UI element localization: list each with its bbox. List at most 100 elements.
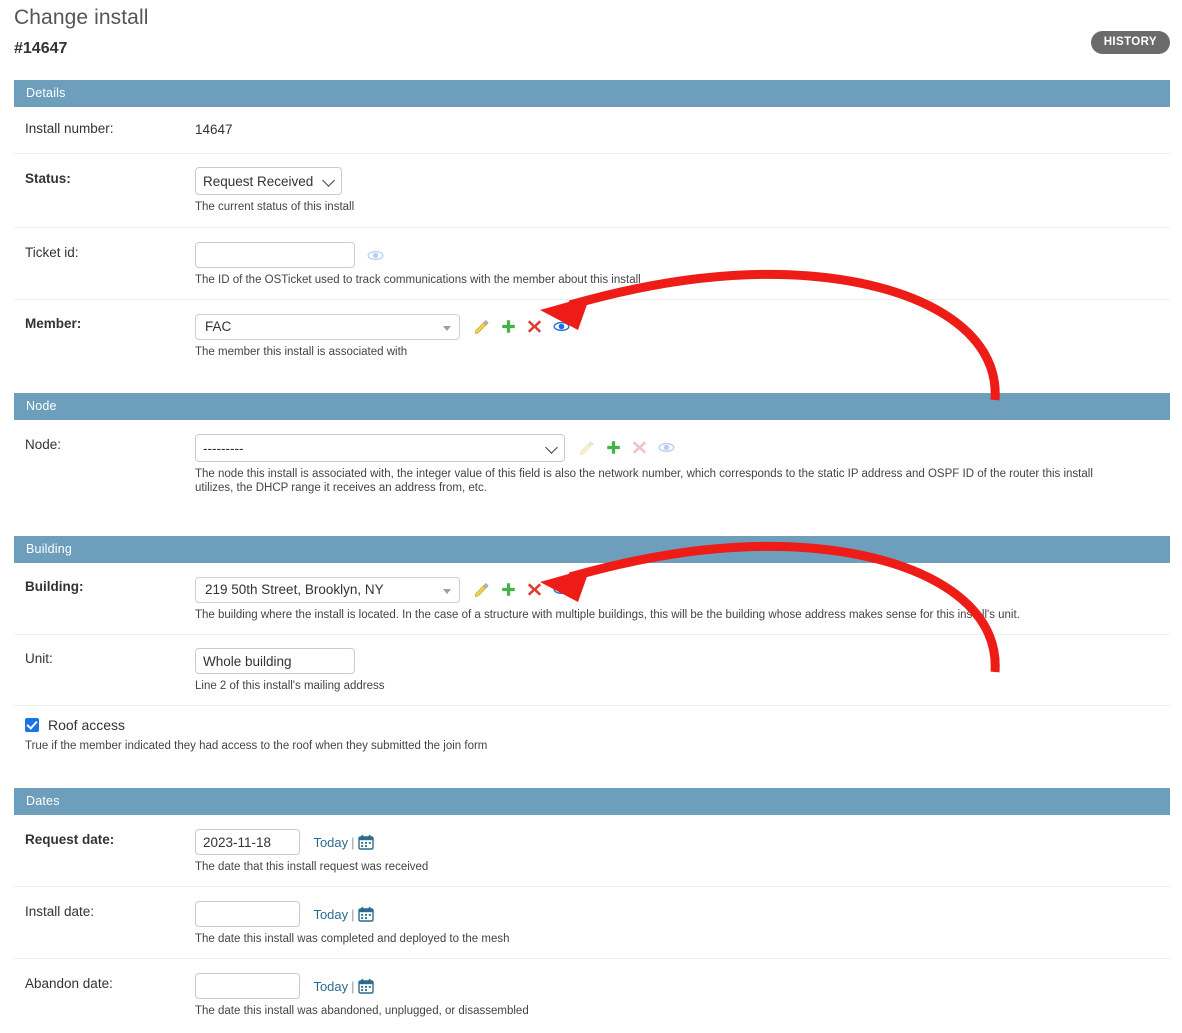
add-icon[interactable]	[500, 581, 517, 598]
fieldset-building-title: Building	[14, 536, 1170, 563]
row-unit: Unit: Line 2 of this install's mailing a…	[14, 635, 1170, 706]
field-status: Request Received The current status of t…	[195, 167, 1170, 214]
fieldset-node-title: Node	[14, 393, 1170, 420]
field-building: 219 50th Street, Brooklyn, NY The buildi…	[195, 577, 1170, 622]
install-date-shortcuts: Today |	[313, 906, 374, 923]
fieldset-details-title: Details	[14, 80, 1170, 107]
row-install-date: Install date: Today | The date this inst…	[14, 887, 1170, 959]
roof-access-label: Roof access	[48, 717, 126, 733]
chevron-down-icon	[443, 326, 451, 331]
delete-icon	[631, 439, 648, 456]
row-install-number: Install number: 14647	[14, 107, 1170, 154]
label-building: Building:	[25, 579, 84, 594]
history-button[interactable]: HISTORY	[1090, 31, 1170, 54]
field-install-number: 14647	[195, 121, 1170, 137]
help-request-date: The date that this install request was r…	[195, 861, 429, 873]
add-icon[interactable]	[605, 439, 622, 456]
change-install-page: Change install #14647 HISTORY Details In…	[0, 0, 1182, 1033]
pencil-icon	[578, 439, 595, 456]
roof-access-checkbox[interactable]	[25, 718, 39, 732]
object-id-heading: #14647	[14, 40, 68, 57]
label-ticket-id: Ticket id:	[25, 245, 79, 260]
member-related-actions	[473, 318, 574, 336]
delete-icon[interactable]	[526, 581, 543, 598]
row-ticket-id: Ticket id: The ID of the OSTicket used t…	[14, 228, 1170, 300]
node-select-wrapper: ---------	[195, 434, 565, 462]
building-selected-text: 219 50th Street, Brooklyn, NY	[205, 582, 384, 597]
abandon-date-today-link[interactable]: Today	[313, 979, 348, 994]
view-icon	[658, 439, 675, 456]
calendar-icon[interactable]	[357, 978, 374, 994]
request-date-today-link[interactable]: Today	[313, 835, 348, 850]
status-select-wrapper: Request Received	[195, 167, 342, 195]
label-status: Status:	[25, 171, 71, 186]
abandon-date-input[interactable]	[195, 973, 300, 999]
help-abandon-date: The date this install was abandoned, unp…	[195, 1005, 529, 1017]
value-install-number: 14647	[195, 122, 233, 137]
label-install-date: Install date:	[25, 904, 95, 919]
field-unit: Line 2 of this install's mailing address	[195, 648, 1170, 693]
view-icon[interactable]	[553, 318, 570, 335]
fieldset-dates: Dates Request date: Today|	[14, 788, 1170, 1030]
building-select2[interactable]: 219 50th Street, Brooklyn, NY	[195, 577, 460, 603]
shortcut-separator: |	[351, 979, 355, 995]
install-date-today-link[interactable]: Today	[313, 907, 348, 922]
row-building: Building: 219 50th Street, Brooklyn, NY	[14, 563, 1170, 635]
row-status: Status: Request Received The current sta…	[14, 154, 1170, 228]
request-date-shortcuts: Today |	[313, 834, 374, 851]
fieldset-building: Building Building: 219 50th Street, Broo…	[14, 536, 1170, 764]
pencil-icon[interactable]	[473, 318, 490, 335]
install-date-input[interactable]	[195, 901, 300, 927]
field-install-date: Today | The date this install was comple…	[195, 901, 1170, 946]
node-related-actions	[578, 439, 679, 457]
fieldset-details: Details Install number: 14647 Status: Re…	[14, 80, 1170, 375]
help-member: The member this install is associated wi…	[195, 346, 408, 358]
delete-icon[interactable]	[526, 318, 543, 335]
label-member: Member:	[25, 316, 82, 331]
row-request-date: Request date: Today|	[14, 815, 1170, 887]
pencil-icon[interactable]	[473, 581, 490, 598]
label-node: Node:	[25, 437, 62, 452]
page-title: Change install	[14, 6, 149, 29]
member-selected-text: FAC	[205, 319, 232, 334]
field-member: FAC The member this install is associate…	[195, 314, 1170, 359]
help-install-date: The date this install was completed and …	[195, 933, 510, 945]
field-request-date: Today|	[195, 829, 1170, 874]
help-roof-access: True if the member indicated they had ac…	[25, 740, 488, 752]
calendar-icon[interactable]	[357, 834, 374, 850]
shortcut-separator: |	[351, 907, 355, 923]
request-date-input[interactable]	[195, 829, 300, 855]
fieldset-dates-title: Dates	[14, 788, 1170, 815]
label-install-number: Install number:	[25, 121, 114, 136]
status-select[interactable]: Request Received	[195, 167, 342, 195]
help-ticket-id: The ID of the OSTicket used to track com…	[195, 274, 641, 286]
building-related-actions	[473, 581, 574, 599]
ticket-id-input[interactable]	[195, 242, 355, 268]
help-building: The building where the install is locate…	[195, 609, 1020, 621]
roof-access-line: Roof access	[14, 717, 1170, 733]
label-abandon-date: Abandon date:	[25, 976, 113, 991]
label-unit: Unit:	[25, 651, 53, 666]
help-unit: Line 2 of this install's mailing address	[195, 680, 385, 692]
unit-input[interactable]	[195, 648, 355, 674]
chevron-down-icon	[443, 589, 451, 594]
field-ticket-id: The ID of the OSTicket used to track com…	[195, 242, 1170, 287]
fieldset-node: Node Node: --------- The node this insta…	[14, 393, 1170, 511]
view-icon[interactable]	[367, 247, 384, 264]
row-roof-access: Roof access True if the member indicated…	[14, 706, 1170, 764]
row-abandon-date: Abandon date: Today | The date this inst…	[14, 959, 1170, 1030]
view-icon[interactable]	[553, 581, 570, 598]
node-select[interactable]: ---------	[195, 434, 565, 462]
row-node: Node: --------- The node this install is…	[14, 420, 1170, 511]
ticket-id-actions	[367, 246, 389, 264]
add-icon[interactable]	[500, 318, 517, 335]
calendar-icon[interactable]	[357, 906, 374, 922]
field-node: --------- The node this install is assoc…	[195, 434, 1170, 495]
field-abandon-date: Today | The date this install was abando…	[195, 973, 1170, 1018]
label-request-date: Request date:	[25, 832, 115, 847]
row-member: Member: FAC The member this install is a…	[14, 300, 1170, 375]
member-select2[interactable]: FAC	[195, 314, 460, 340]
help-node: The node this install is associated with…	[195, 468, 1093, 494]
abandon-date-shortcuts: Today |	[313, 978, 374, 995]
shortcut-separator: |	[351, 835, 355, 851]
